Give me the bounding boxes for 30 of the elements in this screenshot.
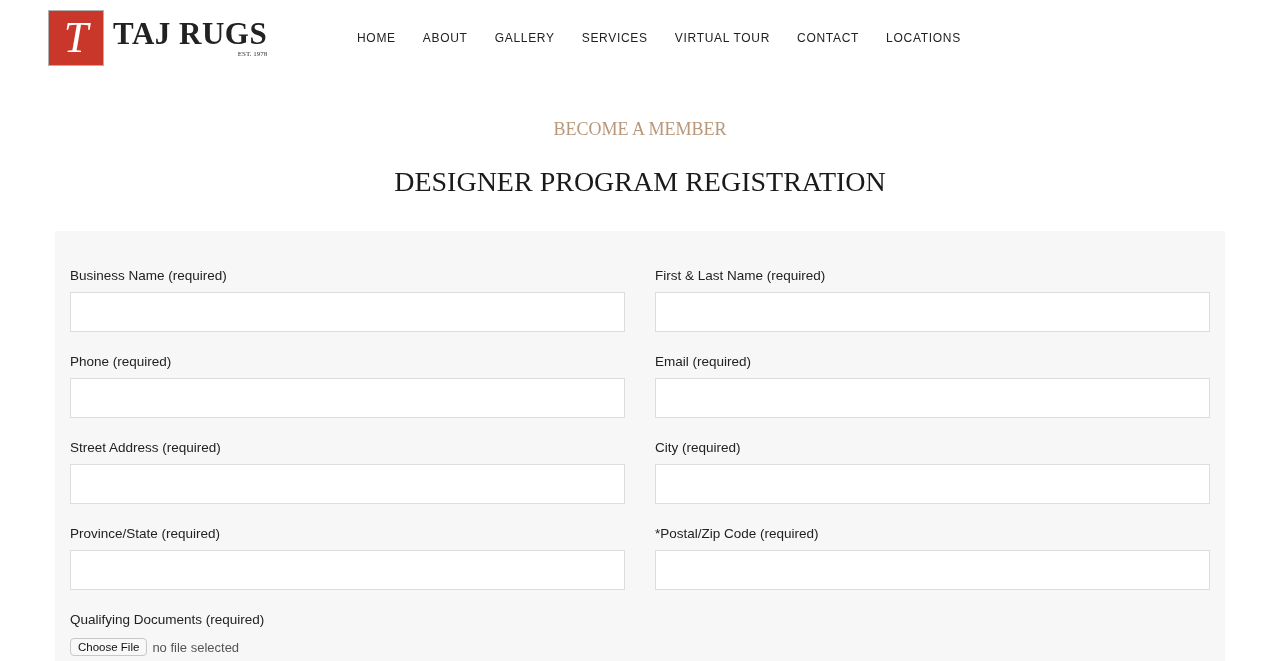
text-field[interactable]	[655, 550, 1210, 590]
text-field[interactable]	[655, 292, 1210, 332]
text-field[interactable]	[70, 378, 625, 418]
field-label: Phone (required)	[70, 354, 173, 370]
page-title: DESIGNER PROGRAM REGISTRATION	[394, 165, 886, 199]
text-field[interactable]	[70, 550, 625, 590]
text-field[interactable]	[655, 378, 1210, 418]
choose-file-button[interactable]: Choose File	[70, 638, 148, 656]
nav-link[interactable]: CONTACT	[797, 30, 860, 45]
field-label: Street Address (required)	[70, 440, 222, 456]
text-field[interactable]	[70, 292, 625, 332]
nav-link[interactable]: VIRTUAL TOUR	[674, 30, 771, 45]
logo-monogram: T	[48, 9, 104, 66]
text-field[interactable]	[655, 464, 1210, 504]
brand-name: TAJ RUGS	[113, 17, 268, 50]
nav-link[interactable]: HOME	[357, 30, 396, 45]
section-kicker: BECOME A MEMBER	[553, 118, 727, 140]
field-label: City (required)	[655, 440, 742, 456]
field-label: Province/State (required)	[70, 526, 222, 542]
field-label: Email (required)	[655, 354, 753, 370]
nav-link[interactable]: LOCATIONS	[886, 30, 961, 45]
nav-link[interactable]: SERVICES	[581, 30, 648, 45]
field-label: First & Last Name (required)	[655, 268, 827, 284]
field-label: Qualifying Documents (required)	[70, 612, 266, 628]
field-label: *Postal/Zip Code (required)	[655, 526, 820, 542]
field-label: Business Name (required)	[70, 268, 228, 284]
text-field[interactable]	[70, 464, 625, 504]
nav-link[interactable]: GALLERY	[494, 30, 555, 45]
file-status: no file selected	[152, 639, 240, 655]
nav-link[interactable]: ABOUT	[422, 30, 468, 45]
